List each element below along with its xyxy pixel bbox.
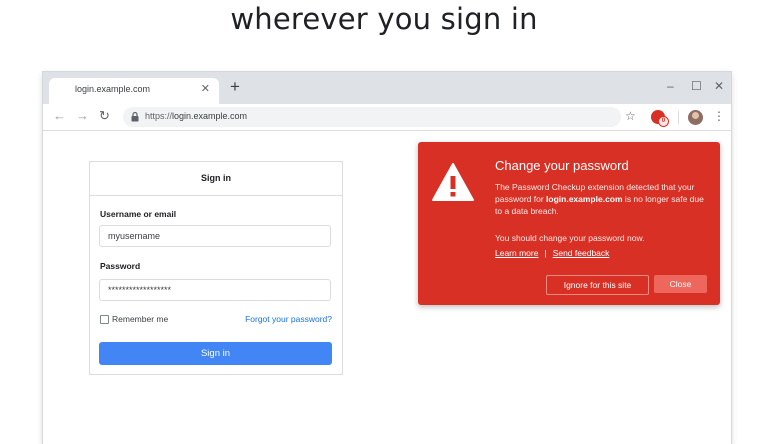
- remember-checkbox[interactable]: [100, 315, 109, 324]
- headline: wherever you sign in: [230, 2, 538, 36]
- send-feedback-link[interactable]: Send feedback: [553, 248, 610, 258]
- lock-icon: [131, 111, 139, 122]
- tab-strip: login.example.com ✕ + – ☐ ✕: [43, 72, 731, 104]
- reload-icon[interactable]: ↻: [99, 109, 110, 123]
- signin-card: Sign in Username or email myusername Pas…: [89, 161, 343, 375]
- password-alert: Change your password The Password Checku…: [418, 142, 720, 305]
- back-icon[interactable]: ←: [53, 109, 66, 123]
- maximize-icon[interactable]: ☐: [691, 79, 702, 93]
- extension-badge: 0: [658, 116, 669, 127]
- browser-tab[interactable]: login.example.com ✕: [49, 78, 219, 104]
- close-button[interactable]: Close: [654, 275, 707, 293]
- remember-label: Remember me: [112, 314, 169, 324]
- url-host: login.example.com: [172, 111, 248, 121]
- toolbar-divider: [678, 111, 679, 124]
- address-bar[interactable]: https://login.example.com: [123, 107, 621, 127]
- url-scheme: https://: [145, 111, 173, 121]
- signin-button[interactable]: Sign in: [99, 342, 332, 365]
- close-icon[interactable]: ✕: [201, 83, 210, 95]
- forgot-password-link[interactable]: Forgot your password?: [245, 314, 332, 324]
- alert-links: Learn more | Send feedback: [495, 248, 609, 258]
- alert-advice: You should change your password now.: [495, 233, 645, 243]
- signin-title: Sign in: [90, 162, 342, 196]
- url-text: https://login.example.com: [145, 111, 247, 121]
- link-separator: |: [544, 248, 547, 258]
- username-field[interactable]: myusername: [99, 225, 331, 247]
- tab-title: login.example.com: [75, 84, 151, 94]
- learn-more-link[interactable]: Learn more: [495, 248, 538, 258]
- browser-toolbar: ← → ↻ https://login.example.com ☆ 0 ⋮: [43, 104, 731, 131]
- username-label: Username or email: [100, 209, 177, 219]
- forward-icon[interactable]: →: [76, 109, 89, 123]
- avatar[interactable]: [688, 110, 703, 125]
- alert-domain: login.example.com: [546, 194, 623, 204]
- password-field[interactable]: ******************: [99, 279, 331, 301]
- browser-window: login.example.com ✕ + – ☐ ✕ ← → ↻ https:…: [43, 72, 731, 444]
- menu-icon[interactable]: ⋮: [713, 109, 725, 123]
- ignore-for-this-site-button[interactable]: Ignore for this site: [546, 275, 649, 295]
- password-label: Password: [100, 261, 141, 271]
- alert-message: The Password Checkup extension detected …: [495, 181, 707, 217]
- alert-title: Change your password: [495, 158, 629, 173]
- star-icon[interactable]: ☆: [625, 109, 636, 123]
- window-close-icon[interactable]: ✕: [714, 79, 724, 93]
- minimize-icon[interactable]: –: [667, 79, 674, 93]
- warning-icon: [432, 163, 474, 201]
- new-tab-button[interactable]: +: [230, 77, 240, 97]
